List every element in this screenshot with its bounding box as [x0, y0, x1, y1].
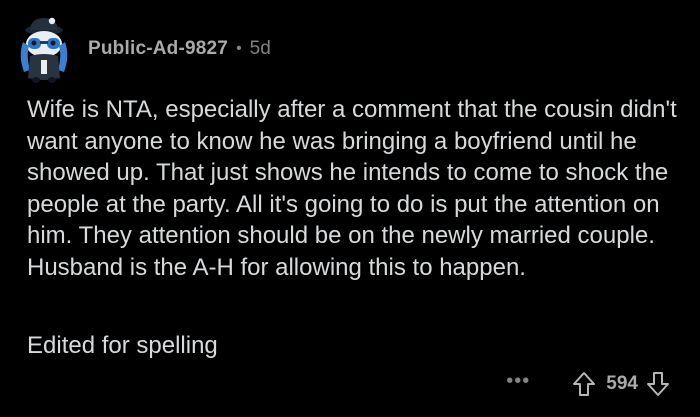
- edit-note: Edited for spelling: [27, 332, 218, 359]
- comment-card: Public-Ad-9827 • 5d Wife is NTA, especia…: [0, 0, 700, 417]
- comment-body: Wife is NTA, especially after a comment …: [27, 96, 677, 281]
- comment-meta: Public-Ad-9827 • 5d: [88, 38, 271, 60]
- avatar[interactable]: [14, 16, 74, 86]
- comment-age: 5d: [249, 38, 271, 59]
- more-options-icon[interactable]: •••: [506, 371, 530, 391]
- meta-separator: •: [236, 40, 242, 57]
- comment-actions: ••• 594: [506, 366, 672, 402]
- comment-header: Public-Ad-9827 • 5d: [14, 16, 271, 86]
- downvote-arrow-icon[interactable]: [644, 369, 672, 399]
- vote-score: 594: [606, 373, 638, 394]
- username-link[interactable]: Public-Ad-9827: [88, 38, 228, 60]
- upvote-arrow-icon[interactable]: [570, 369, 598, 399]
